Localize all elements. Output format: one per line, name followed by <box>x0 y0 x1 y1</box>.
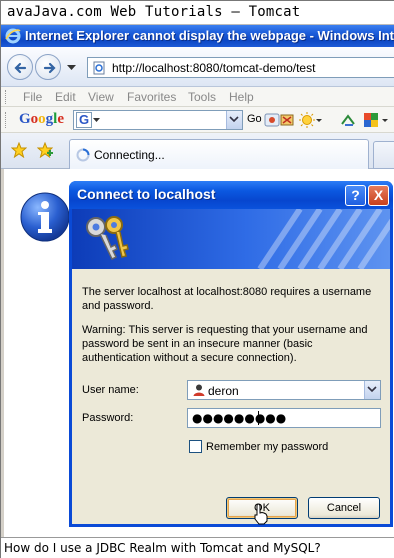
highlight-icon[interactable] <box>340 112 356 128</box>
password-dots: ●●●●●●●●● <box>192 411 287 425</box>
history-dropdown-icon[interactable] <box>67 65 76 71</box>
screenshot-frame: avaJava.com Web Tutorials – Tomcat Inter… <box>0 0 394 558</box>
close-button[interactable]: X <box>368 185 389 206</box>
banner-pattern <box>257 209 390 269</box>
sun-icon[interactable] <box>299 112 315 128</box>
mouse-cursor-icon <box>254 503 268 525</box>
menu-tools[interactable]: Tools <box>188 90 216 104</box>
password-label: Password: <box>82 412 134 424</box>
remember-password-label[interactable]: Remember my password <box>206 441 328 453</box>
back-arrow-icon <box>14 62 27 74</box>
google-toolbar-grip <box>5 112 8 128</box>
dialog-title-bar[interactable]: Connect to localhost ? X <box>69 181 393 209</box>
auth-dialog: Connect to localhost ? X The server loca… <box>69 181 393 527</box>
favorites-star-icon[interactable] <box>11 142 27 158</box>
bookmark-star-icon[interactable] <box>264 112 280 128</box>
dialog-body: The server localhost at localhost:8080 r… <box>72 209 390 524</box>
chevron-down-icon <box>367 386 377 393</box>
address-toolbar: http://localhost:8080/tomcat-demo/test <box>1 47 394 87</box>
help-button[interactable]: ? <box>345 185 366 206</box>
loading-spinner-icon <box>76 148 90 162</box>
google-logo[interactable]: Google <box>19 111 64 128</box>
address-bar[interactable]: http://localhost:8080/tomcat-demo/test <box>87 57 394 78</box>
username-field[interactable]: deron <box>187 380 381 400</box>
text-caret <box>258 411 259 425</box>
cancel-button[interactable]: Cancel <box>308 497 380 519</box>
security-warning: Warning: This server is requesting that … <box>82 324 368 364</box>
page-icon <box>93 61 105 75</box>
tab-label: Connecting... <box>94 148 165 162</box>
username-label: User name: <box>82 384 139 396</box>
tab-connecting[interactable]: Connecting... <box>69 139 369 169</box>
remember-password-checkbox[interactable] <box>189 440 202 453</box>
chevron-down-icon <box>229 116 239 123</box>
caption-top-text: avaJava.com Web Tutorials – Tomcat <box>7 4 301 20</box>
tutorial-caption-top: avaJava.com Web Tutorials – Tomcat <box>1 1 394 25</box>
dropdown-small-icon[interactable] <box>381 112 389 128</box>
auth-message: The server localhost at localhost:8080 r… <box>82 286 372 312</box>
info-icon <box>20 192 70 242</box>
menu-help[interactable]: Help <box>229 90 254 104</box>
forward-button[interactable] <box>35 54 61 80</box>
tutorial-caption-bottom: How do I use a JDBC Realm with Tomcat an… <box>1 537 394 558</box>
google-go-button[interactable]: Go <box>247 113 262 125</box>
user-icon <box>193 384 205 396</box>
password-field[interactable]: ●●●●●●●●● <box>187 408 381 428</box>
dialog-title: Connect to localhost <box>77 186 216 202</box>
menu-view[interactable]: View <box>88 90 114 104</box>
dialog-banner <box>72 209 390 269</box>
menu-favorites[interactable]: Favorites <box>127 90 176 104</box>
engine-dropdown-icon[interactable] <box>93 118 100 123</box>
dropdown-small-icon[interactable] <box>315 112 323 128</box>
popup-blocker-icon[interactable] <box>279 112 295 128</box>
add-favorites-icon[interactable] <box>37 142 53 158</box>
address-url: http://localhost:8080/tomcat-demo/test <box>112 61 316 75</box>
back-button[interactable] <box>7 54 33 80</box>
menu-file[interactable]: File <box>23 90 42 104</box>
username-dropdown[interactable] <box>364 381 380 399</box>
menu-edit[interactable]: Edit <box>55 90 76 104</box>
keys-icon <box>86 216 129 261</box>
username-value: deron <box>208 384 239 398</box>
google-engine-icon[interactable]: G <box>76 112 92 128</box>
ie-title-bar[interactable]: Internet Explorer cannot display the web… <box>1 25 394 47</box>
page-border <box>1 169 4 537</box>
menu-bar: File Edit View Favorites Tools Help <box>1 87 394 107</box>
caption-bottom-text: How do I use a JDBC Realm with Tomcat an… <box>4 541 321 555</box>
tab-bar: Connecting... <box>1 133 394 169</box>
google-toolbar: Google G Go <box>1 107 394 133</box>
new-tab-button[interactable] <box>373 141 394 169</box>
search-history-dropdown[interactable] <box>226 111 242 129</box>
toolbar-grip <box>5 90 8 104</box>
ie-logo-icon <box>5 28 21 44</box>
autofill-icon[interactable] <box>363 112 379 128</box>
ie-window-title: Internet Explorer cannot display the web… <box>25 28 394 43</box>
forward-arrow-icon <box>43 62 56 74</box>
google-search-input[interactable]: G <box>73 110 243 130</box>
